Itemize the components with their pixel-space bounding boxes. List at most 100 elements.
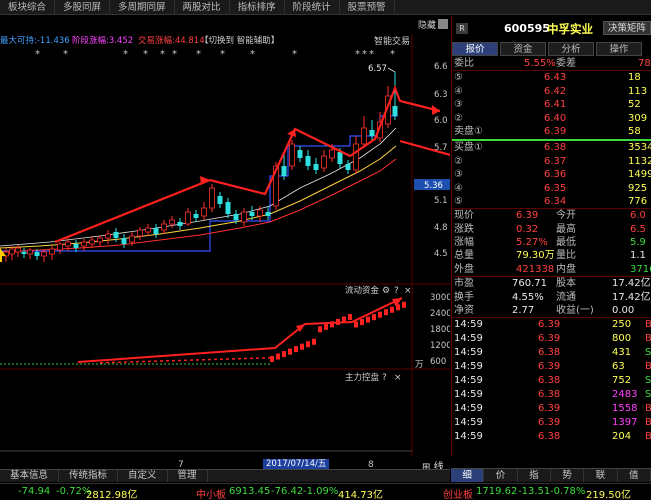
smart-trade-label[interactable]: 智能交易: [374, 35, 410, 47]
level-label: ②: [454, 155, 463, 167]
axis-tick: 4.5: [434, 249, 448, 259]
gear-icon[interactable]: ⚙: [382, 286, 390, 296]
svg-text:*: *: [63, 49, 68, 60]
svg-text:*: *: [143, 49, 148, 60]
decision-matrix-button[interactable]: 决策矩阵: [602, 21, 651, 35]
sell-levels: ⑤ 6.43 18 ④ 6.42 113 ③ 6.41 52 ② 6.40 309 卖盘① 6.39 58: [452, 71, 651, 138]
weicha-value: 78: [638, 58, 651, 69]
weibi-row: 委比 5.55% 委差 78: [452, 57, 651, 70]
tick-time: 14:59: [454, 319, 483, 331]
tick-volume: 1558: [612, 402, 638, 414]
buy-level-row[interactable]: ④ 6.35 925: [452, 182, 651, 195]
subtab-fund[interactable]: 资金: [500, 42, 546, 56]
high-price-label: 6.57: [368, 64, 387, 74]
rtab-link[interactable]: 联: [584, 469, 618, 482]
kline-chart[interactable]: 最大可持:-11.436 阶段涨幅:3.452 交易涨幅:44.814 【切换到…: [0, 16, 450, 456]
tab-compare[interactable]: 两股对比: [175, 0, 230, 15]
stat-label: 量比: [556, 250, 576, 262]
level-price: 6.41: [544, 99, 567, 111]
sell-level-row[interactable]: ③ 6.41 52: [452, 98, 651, 111]
tab-multi-period[interactable]: 多周期同屏: [110, 0, 175, 15]
subtab-operate[interactable]: 操作: [596, 42, 642, 56]
question-icon[interactable]: ?: [382, 373, 387, 383]
collapse-icon[interactable]: [438, 19, 448, 29]
level-label: ②: [454, 112, 463, 124]
level-volume: 58: [628, 125, 641, 137]
tick-time: 14:59: [454, 333, 483, 345]
switch-assist-link[interactable]: 【切换到 智能辅助】: [200, 35, 279, 46]
btab-custom[interactable]: 自定义: [118, 470, 168, 482]
hide-button[interactable]: 隐藏: [418, 19, 436, 31]
tick-row: 14:59 6.39 1558 B: [452, 402, 651, 416]
axis-tick: 6.0: [434, 116, 448, 126]
level-price: 6.38: [544, 142, 567, 154]
sell-level-row[interactable]: ② 6.40 309: [452, 112, 651, 125]
tick-list[interactable]: 14:596.39250B14:596.39800B14:596.38431S1…: [452, 318, 651, 443]
level-label: ⑤: [454, 72, 463, 84]
tick-price: 6.39: [538, 402, 561, 414]
buy-level-row[interactable]: ② 6.37 1132: [452, 155, 651, 168]
axis-tick: 5.1: [434, 196, 448, 206]
rtab-value[interactable]: 值: [618, 469, 651, 482]
kline-chart-area[interactable]: 最大可持:-11.436 阶段涨幅:3.452 交易涨幅:44.814 【切换到…: [0, 16, 450, 473]
rtab-price[interactable]: 价: [484, 469, 518, 482]
stat-row: 市盈 760.71 股本 17.42亿: [452, 277, 651, 290]
tick-price: 6.38: [538, 374, 561, 386]
sell-level-row[interactable]: 卖盘① 6.39 58: [452, 125, 651, 138]
rtab-detail[interactable]: 细: [451, 469, 485, 482]
tab-alert[interactable]: 股票预警: [340, 0, 395, 15]
stat-label: 涨幅: [454, 237, 474, 249]
zx-amount: 414.73亿: [338, 490, 383, 500]
weibi-value: 5.55%: [524, 58, 556, 69]
tick-price: 6.39: [538, 416, 561, 428]
svg-text:*: *: [250, 49, 255, 60]
stat-value: 6.39: [516, 210, 539, 222]
stock-header: R 600595 中孚实业 决策矩阵: [452, 16, 651, 42]
subtab-analysis[interactable]: 分析: [548, 42, 594, 56]
btab-basic[interactable]: 基本信息: [0, 470, 60, 482]
tick-time: 14:59: [454, 374, 483, 386]
sell-level-row[interactable]: ④ 6.42 113: [452, 85, 651, 98]
close-icon[interactable]: ×: [394, 373, 402, 383]
zx-name[interactable]: 中小板: [196, 486, 226, 500]
tick-price: 6.38: [538, 388, 561, 400]
tab-multi-stock[interactable]: 多股同屏: [55, 0, 111, 15]
stat-label: 今开: [556, 210, 576, 222]
tick-row: 14:59 6.39 800 B: [452, 332, 651, 346]
tick-row: 14:59 6.38 2483 S: [452, 388, 651, 402]
close-icon[interactable]: ×: [404, 286, 412, 296]
stat-label: 现价: [454, 210, 474, 222]
zx-pct: -1.09%: [303, 486, 339, 497]
buy-signal-icon: [0, 248, 6, 262]
sell-level-row[interactable]: ⑤ 6.43 18: [452, 71, 651, 84]
stat-value: 37168: [630, 263, 651, 275]
svg-text:*: *: [35, 49, 40, 60]
axis-tick: 4.8: [434, 223, 448, 233]
tick-price: 6.39: [538, 361, 561, 373]
subtab-quote[interactable]: 报价: [452, 42, 498, 56]
level-label: ④: [454, 85, 463, 97]
svg-text:1800: 1800: [430, 325, 450, 335]
level-volume: 925: [628, 182, 648, 194]
r-badge: R: [456, 23, 468, 34]
buy-level-row[interactable]: ③ 6.36 1499: [452, 168, 651, 181]
zx-change: -76.42: [271, 486, 304, 497]
tab-sector[interactable]: 板块综合: [0, 0, 56, 15]
rtab-trend[interactable]: 势: [551, 469, 585, 482]
tick-direction: B: [645, 402, 651, 416]
cy-name[interactable]: 创业板: [443, 486, 473, 500]
ma-yellow: [0, 145, 397, 249]
zx-index: 6913.45: [229, 486, 271, 497]
level-label: ⑤: [454, 195, 463, 207]
tab-indicator-sort[interactable]: 指标排序: [230, 0, 285, 15]
btab-traditional[interactable]: 传统指标: [59, 470, 119, 482]
question-icon[interactable]: ?: [394, 286, 399, 296]
tab-stage-stats[interactable]: 阶段统计: [285, 0, 340, 15]
btab-manage[interactable]: 管理: [168, 470, 208, 482]
rtab-index[interactable]: 指: [518, 469, 551, 482]
buy-level-row[interactable]: ⑤ 6.34 776: [452, 195, 651, 208]
buy-level-row[interactable]: 买盘① 6.38 3534: [452, 141, 651, 154]
stat-label: 外盘: [454, 263, 474, 275]
stat-value: 0.32: [516, 223, 539, 235]
stat-label: 换手: [454, 291, 474, 303]
